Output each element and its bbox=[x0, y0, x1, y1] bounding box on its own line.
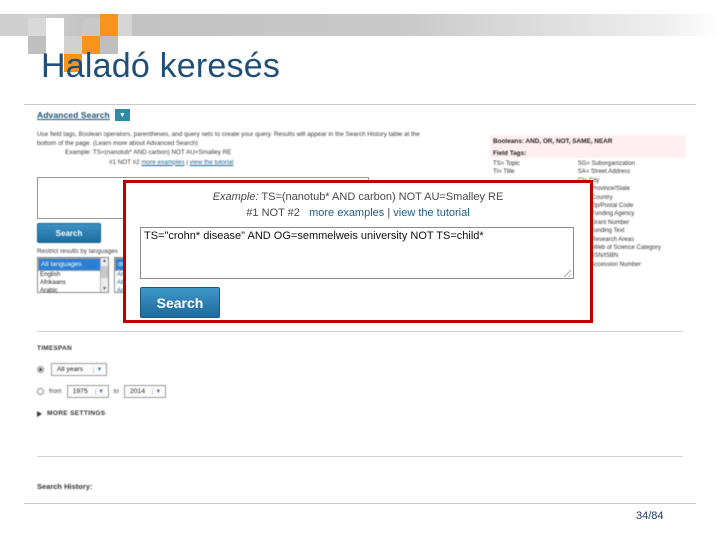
help-example-line: Example: TS=(nanotub* AND carbon) NOT AU… bbox=[65, 149, 232, 157]
slide: Haladó keresés Advanced Search ▼ Use fie… bbox=[0, 0, 720, 540]
timespan-range-row[interactable]: from 1975 ▼ to 2014 ▼ bbox=[37, 385, 166, 398]
decor-square-white-2 bbox=[0, 36, 28, 54]
overlay-view-tutorial-link[interactable]: view the tutorial bbox=[393, 207, 469, 219]
help-line-1: Use field tags, Boolean operators, paren… bbox=[37, 131, 420, 138]
radio-year-range[interactable] bbox=[37, 388, 44, 395]
help-text: Use field tags, Boolean operators, paren… bbox=[37, 131, 517, 168]
overlay-link-separator: | bbox=[387, 207, 391, 219]
help-sets: #1 NOT #2 bbox=[109, 158, 140, 166]
all-years-value: All years bbox=[57, 366, 84, 373]
search-history-label: Search History: bbox=[37, 482, 93, 491]
scroll-down-icon[interactable]: ▼ bbox=[102, 286, 107, 292]
chevron-down-icon[interactable]: ▼ bbox=[93, 366, 105, 373]
more-settings-label: MORE SETTINGS bbox=[47, 410, 106, 417]
decor-square-gray-2 bbox=[28, 18, 46, 36]
decor-square-orange-3 bbox=[100, 14, 118, 36]
languages-listbox[interactable]: All languages English Afrikaans Arabic ▲… bbox=[37, 257, 109, 293]
languages-scrollbar[interactable]: ▲ ▼ bbox=[100, 258, 108, 292]
search-button-underlying[interactable]: Search bbox=[37, 223, 101, 243]
language-option[interactable]: English bbox=[38, 271, 108, 279]
field-tag: SG= Suborganization bbox=[577, 161, 635, 167]
view-tutorial-link[interactable]: view the tutorial bbox=[190, 159, 234, 166]
language-option[interactable]: Afrikaans bbox=[38, 279, 108, 287]
language-option[interactable]: Arabic bbox=[38, 287, 108, 292]
overlay-example-sets: #1 NOT #2 bbox=[246, 207, 300, 219]
highlighted-search-overlay: Example: TS=(nanotub* AND carbon) NOT AU… bbox=[123, 180, 593, 323]
overlay-example-line: Example: TS=(nanotub* AND carbon) NOT AU… bbox=[126, 191, 590, 203]
more-settings-toggle[interactable]: MORE SETTINGS bbox=[37, 410, 106, 417]
overlay-query-textarea[interactable]: TS="crohn* disease" AND OG=semmelweis un… bbox=[140, 227, 574, 279]
scrollbar-thumb[interactable] bbox=[101, 266, 108, 278]
divider bbox=[37, 331, 683, 332]
overlay-example-prefix: Example: bbox=[212, 191, 259, 203]
to-label: to bbox=[113, 388, 119, 395]
advanced-search-header[interactable]: Advanced Search ▼ bbox=[37, 109, 130, 121]
field-tags-label: Field Tags: bbox=[490, 148, 686, 158]
languages-label: Restrict results by languages bbox=[37, 248, 118, 255]
triangle-right-icon[interactable] bbox=[37, 410, 42, 417]
page-title: Haladó keresés bbox=[41, 47, 281, 85]
advanced-search-link[interactable]: Advanced Search bbox=[37, 110, 110, 120]
help-line-2: bottom of the page. (Learn more about Ad… bbox=[37, 140, 199, 148]
from-year-value: 1975 bbox=[72, 388, 88, 395]
overlay-example-links: #1 NOT #2 more examples | view the tutor… bbox=[126, 207, 590, 219]
overlay-example-query: TS=(nanotub* AND carbon) NOT AU=Smalley … bbox=[261, 191, 504, 203]
decor-square-gray-6 bbox=[118, 14, 132, 36]
overlay-more-examples-link[interactable]: more examples bbox=[309, 207, 384, 219]
resize-grip-icon[interactable] bbox=[564, 270, 571, 277]
overlay-query-text: TS="crohn* disease" AND OG=semmelweis un… bbox=[144, 230, 484, 242]
chevron-down-icon[interactable]: ▼ bbox=[114, 109, 130, 121]
divider bbox=[37, 456, 683, 457]
decor-square-gray-7 bbox=[0, 14, 28, 36]
booleans-line: Booleans: AND, OR, NOT, SAME, NEAR bbox=[490, 135, 686, 148]
from-label: from bbox=[49, 388, 62, 395]
timespan-all-years-row[interactable]: All years ▼ bbox=[37, 363, 107, 376]
field-tag: SA= Street Address bbox=[577, 169, 631, 176]
chevron-down-icon[interactable]: ▼ bbox=[151, 388, 164, 395]
help-example-line-2: #1 NOT #2 more examples | view the tutor… bbox=[109, 159, 517, 167]
from-year-select[interactable]: 1975 ▼ bbox=[66, 385, 109, 398]
to-year-value: 2014 bbox=[129, 388, 145, 395]
web-of-science-screenshot: Advanced Search ▼ Use field tags, Boolea… bbox=[24, 104, 696, 504]
help-sep: | bbox=[186, 158, 188, 166]
language-option[interactable]: All languages bbox=[38, 258, 108, 271]
timespan-label: TIMESPAN bbox=[37, 345, 72, 352]
decor-square-gray-4 bbox=[82, 18, 100, 36]
radio-all-years[interactable] bbox=[37, 366, 44, 373]
to-year-select[interactable]: 2014 ▼ bbox=[123, 385, 166, 398]
overlay-search-button[interactable]: Search bbox=[140, 287, 220, 318]
scroll-up-icon[interactable]: ▲ bbox=[102, 258, 107, 264]
all-years-select[interactable]: All years ▼ bbox=[51, 363, 107, 376]
field-tag: TI= Title bbox=[493, 169, 515, 176]
page-number: 34/84 bbox=[636, 510, 664, 522]
more-examples-link[interactable]: more examples bbox=[141, 159, 184, 166]
chevron-down-icon[interactable]: ▼ bbox=[94, 388, 107, 395]
field-tag: TS= Topic bbox=[493, 161, 520, 167]
